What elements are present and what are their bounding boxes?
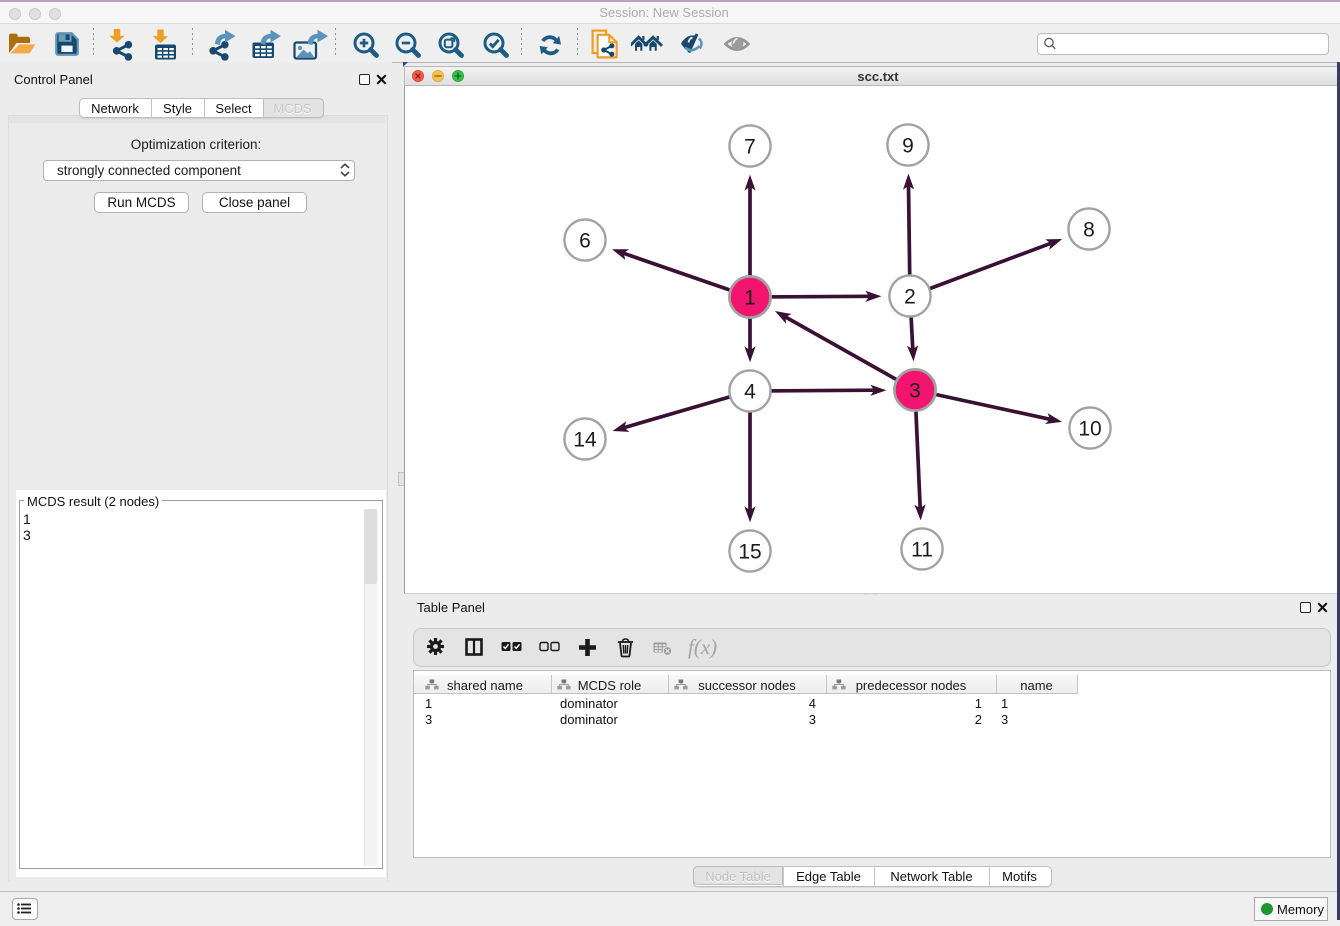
svg-text:8: 8 [1083, 219, 1095, 242]
svg-text:14: 14 [573, 429, 597, 452]
svg-text:15: 15 [738, 541, 761, 564]
svg-text:2: 2 [904, 286, 916, 309]
svg-text:11: 11 [911, 539, 933, 562]
svg-text:7: 7 [744, 136, 756, 159]
svg-text:9: 9 [902, 135, 914, 158]
svg-text:4: 4 [744, 381, 756, 404]
svg-text:6: 6 [579, 230, 591, 253]
svg-text:1: 1 [744, 287, 756, 310]
svg-text:3: 3 [909, 380, 921, 403]
svg-text:10: 10 [1078, 418, 1101, 441]
